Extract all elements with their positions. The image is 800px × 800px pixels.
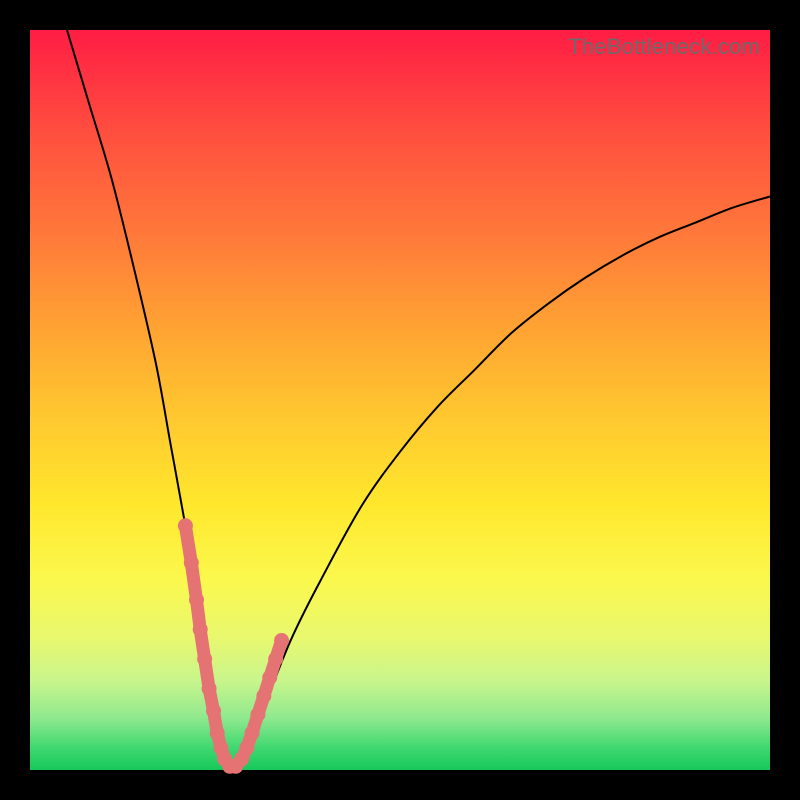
bottleneck-curve: [67, 30, 770, 771]
highlight-dot: [197, 652, 212, 667]
highlight-dot: [268, 652, 283, 667]
chart-svg: [30, 30, 770, 770]
highlight-dot: [262, 670, 277, 685]
highlight-dot: [256, 689, 271, 704]
highlight-dot: [245, 726, 260, 741]
highlight-dot: [178, 518, 193, 533]
highlight-dot: [239, 740, 254, 755]
highlight-dot: [210, 726, 225, 741]
highlight-dot: [250, 707, 265, 722]
highlight-markers: [178, 518, 289, 774]
highlight-dot: [274, 633, 289, 648]
highlight-dot: [193, 622, 208, 637]
highlight-dot: [202, 681, 217, 696]
highlight-dot: [206, 703, 221, 718]
highlight-dot: [184, 555, 199, 570]
chart-frame: TheBottleneck.com: [30, 30, 770, 770]
highlight-dot: [189, 592, 204, 607]
watermark-label: TheBottleneck.com: [568, 34, 760, 60]
